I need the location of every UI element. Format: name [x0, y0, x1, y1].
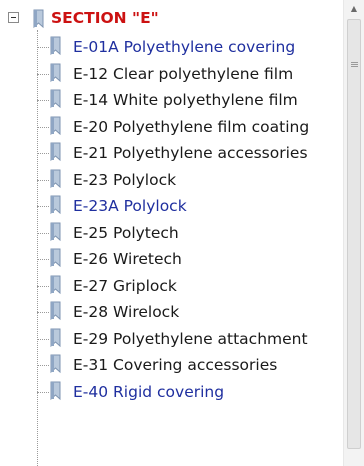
bookmark-icon	[48, 36, 64, 60]
bookmark-icon	[31, 9, 47, 33]
bookmark-item-label[interactable]: E-28 Wirelock	[73, 301, 179, 323]
bookmark-icon	[48, 116, 64, 140]
bookmark-item-label[interactable]: E-01A Polyethylene covering	[73, 36, 295, 58]
bookmark-item[interactable]: E-12 Clear polyethylene film	[37, 61, 337, 87]
bookmark-icon	[48, 275, 64, 299]
bookmark-item[interactable]: E-23 Polylock	[37, 167, 337, 193]
vertical-scrollbar[interactable]: ▲	[343, 0, 364, 466]
bookmark-root-section-e[interactable]: SECTION "E"	[51, 8, 159, 28]
bookmark-item[interactable]: E-01A Polyethylene covering	[37, 34, 337, 60]
bookmark-icon	[48, 89, 64, 113]
bookmark-item[interactable]: E-29 Polyethylene attachment	[37, 326, 337, 352]
bookmark-item[interactable]: E-14 White polyethylene film	[37, 87, 337, 113]
bookmark-item[interactable]: E-31 Covering accessories	[37, 352, 337, 378]
bookmark-item-label[interactable]: E-40 Rigid covering	[73, 381, 224, 403]
scroll-up-arrow-icon[interactable]: ▲	[344, 0, 364, 17]
bookmark-icon	[48, 248, 64, 272]
bookmark-item[interactable]: E-27 Griplock	[37, 273, 337, 299]
bookmark-item-label[interactable]: E-20 Polyethylene film coating	[73, 116, 309, 138]
bookmark-item[interactable]: E-20 Polyethylene film coating	[37, 114, 337, 140]
bookmark-item-label[interactable]: E-21 Polyethylene accessories	[73, 142, 308, 164]
bookmark-item[interactable]: E-40 Rigid covering	[37, 379, 337, 405]
bookmark-item-label[interactable]: E-31 Covering accessories	[73, 354, 277, 376]
bookmark-icon	[48, 328, 64, 352]
bookmark-icon	[48, 63, 64, 87]
bookmark-icon	[48, 222, 64, 246]
bookmark-item-label[interactable]: E-25 Polytech	[73, 222, 179, 244]
bookmark-icon	[48, 301, 64, 325]
bookmark-item[interactable]: E-21 Polyethylene accessories	[37, 140, 337, 166]
bookmark-tree: SECTION "E" E-01A Polyethylene covering E…	[0, 0, 343, 466]
scroll-thumb[interactable]	[347, 19, 361, 449]
bookmarks-panel: SECTION "E" E-01A Polyethylene covering E…	[0, 0, 364, 466]
bookmark-icon	[48, 354, 64, 378]
bookmark-item-label[interactable]: E-26 Wiretech	[73, 248, 182, 270]
bookmark-item[interactable]: E-28 Wirelock	[37, 299, 337, 325]
bookmark-icon	[48, 195, 64, 219]
collapse-minus-icon[interactable]	[8, 12, 19, 23]
bookmark-item-label[interactable]: E-29 Polyethylene attachment	[73, 328, 308, 350]
bookmark-item[interactable]: E-26 Wiretech	[37, 246, 337, 272]
scroll-grip-icon	[351, 62, 358, 68]
bookmark-icon	[48, 169, 64, 193]
bookmark-icon	[48, 142, 64, 166]
bookmark-item-label[interactable]: E-23 Polylock	[73, 169, 176, 191]
bookmark-item[interactable]: E-25 Polytech	[37, 220, 337, 246]
bookmark-icon	[48, 381, 64, 405]
bookmark-item-label[interactable]: E-12 Clear polyethylene film	[73, 63, 293, 85]
bookmark-item-label[interactable]: E-27 Griplock	[73, 275, 177, 297]
bookmark-item[interactable]: E-23A Polylock	[37, 193, 337, 219]
bookmark-item-label[interactable]: E-23A Polylock	[73, 195, 187, 217]
bookmark-item-label[interactable]: E-14 White polyethylene film	[73, 89, 298, 111]
